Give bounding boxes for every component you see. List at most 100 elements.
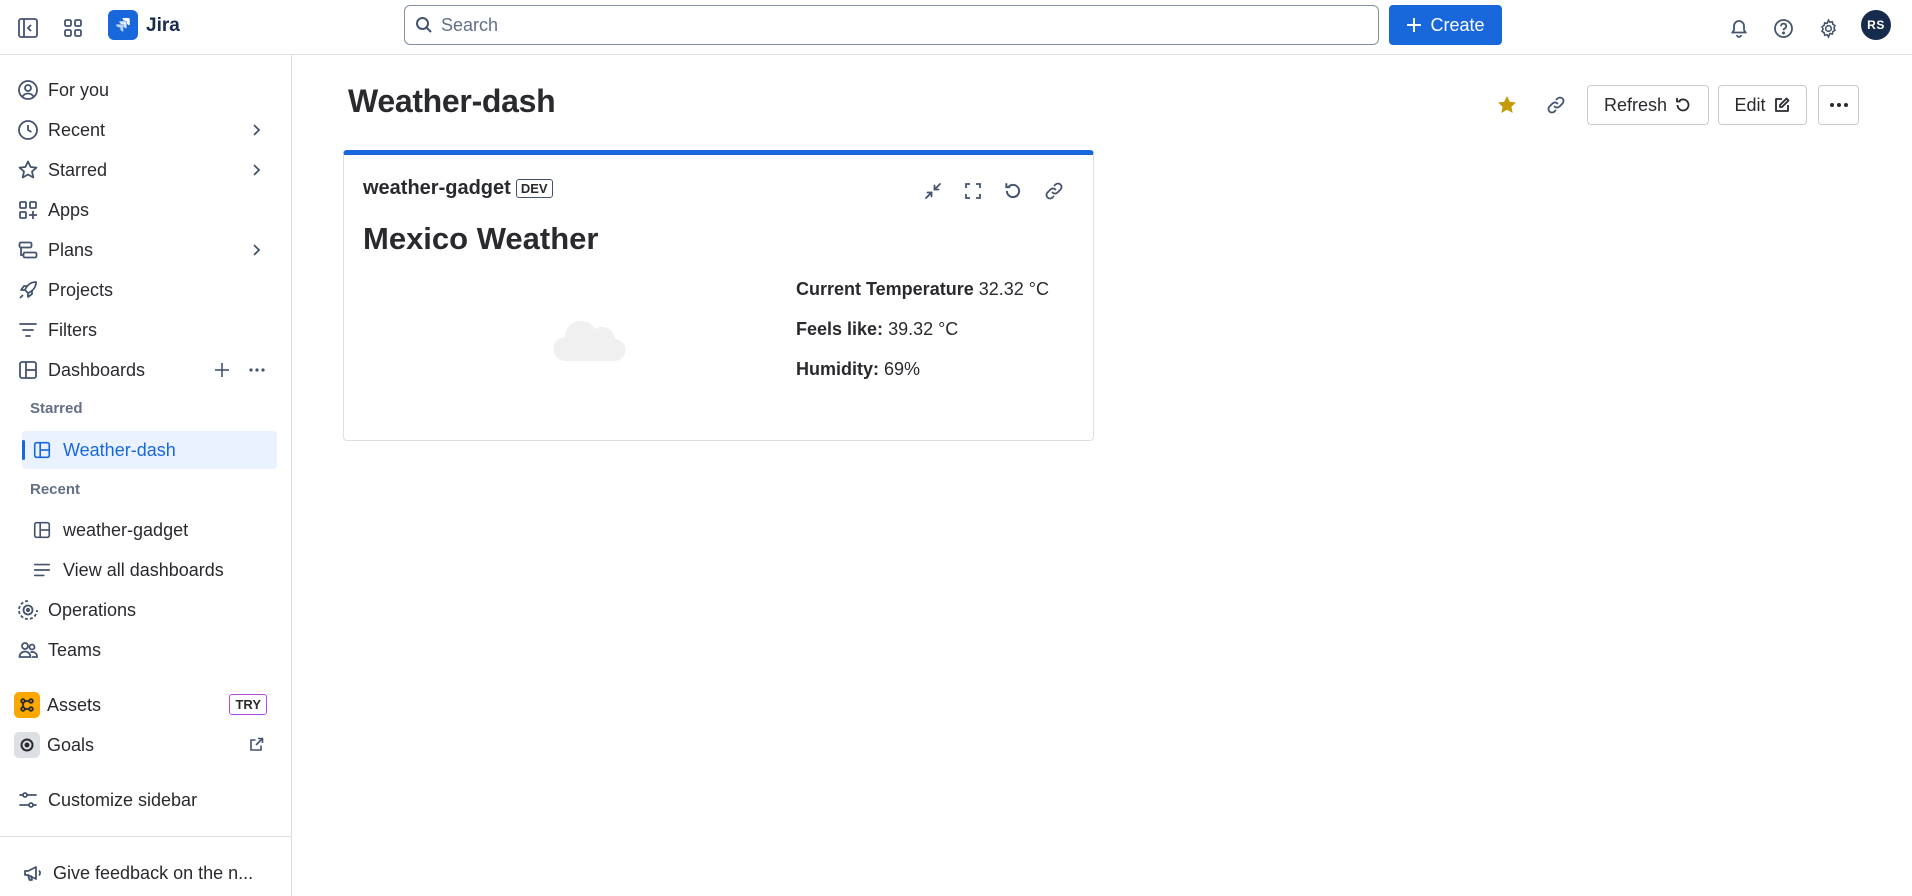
gadget-title: weather-gadget DEV <box>363 177 553 200</box>
refresh-button[interactable]: Refresh <box>1587 85 1709 125</box>
weather-heading: Mexico Weather <box>363 221 599 256</box>
plans-icon <box>15 237 41 263</box>
cloud-icon <box>552 313 628 363</box>
sidebar-item-recent[interactable]: Recent <box>10 112 277 148</box>
dashboard-icon <box>15 357 41 383</box>
starred-section-label: Starred <box>30 400 83 417</box>
sidebar-item-plans[interactable]: Plans <box>10 232 277 268</box>
temp-value: 32.32 °C <box>978 279 1049 299</box>
settings-gear-icon[interactable] <box>1813 13 1843 43</box>
gadget-link-icon[interactable] <box>1040 177 1068 205</box>
temp-label: Current Temperature <box>796 279 974 299</box>
try-badge: TRY <box>229 694 267 715</box>
sidebar-dashboard-weather-gadget[interactable]: weather-gadget <box>22 511 277 549</box>
refresh-icon <box>1674 96 1692 114</box>
dashboard-icon <box>30 438 54 462</box>
sidebar-item-assets[interactable]: Assets TRY <box>10 687 277 723</box>
user-circle-icon <box>15 77 41 103</box>
apps-icon <box>15 197 41 223</box>
sidebar-item-filters[interactable]: Filters <box>10 312 277 348</box>
more-actions-button[interactable] <box>1818 85 1859 125</box>
sidebar-item-goals[interactable]: Goals <box>10 727 277 763</box>
sidebar-item-label: Give feedback on the n... <box>53 862 254 883</box>
top-navigation: Jira Create RS <box>0 0 1912 55</box>
operations-icon <box>15 597 41 623</box>
sidebar-item-apps[interactable]: Apps <box>10 192 277 228</box>
sidebar-toggle-icon[interactable] <box>13 13 43 43</box>
sidebar-item-label: Recent <box>48 119 106 140</box>
edit-pencil-icon <box>1773 96 1791 114</box>
sidebar-item-label: Filters <box>48 319 97 340</box>
recent-section-label: Recent <box>30 481 81 498</box>
create-button[interactable]: Create <box>1389 5 1502 45</box>
chevron-right-icon[interactable] <box>247 241 265 259</box>
sidebar-item-projects[interactable]: Projects <box>10 272 277 308</box>
humidity-row: Humidity: 69% <box>796 359 920 380</box>
current-temperature-row: Current Temperature 32.32 °C <box>796 279 1049 300</box>
view-all-dashboards-link[interactable]: View all dashboards <box>22 551 277 589</box>
sidebar-item-label: Operations <box>48 599 137 620</box>
sidebar-item-label: Teams <box>48 639 102 660</box>
sidebar: For you Recent Starred Apps Plans Projec… <box>0 55 292 896</box>
sidebar-item-label: Dashboards <box>48 359 146 380</box>
page-title: Weather-dash <box>348 83 556 119</box>
humidity-label: Humidity: <box>796 359 879 379</box>
humidity-value: 69% <box>884 359 921 379</box>
help-icon[interactable] <box>1768 13 1798 43</box>
sidebar-item-label: Apps <box>48 199 90 220</box>
people-icon <box>15 637 41 663</box>
add-dashboard-plus-icon[interactable] <box>213 361 231 379</box>
sidebar-item-starred[interactable]: Starred <box>10 152 277 188</box>
filter-icon <box>15 317 41 343</box>
app-name[interactable]: Jira <box>146 15 180 37</box>
sidebar-item-label: Customize sidebar <box>48 789 198 810</box>
assets-icon <box>14 692 40 718</box>
list-icon <box>30 558 54 582</box>
star-icon <box>15 157 41 183</box>
sidebar-item-label: Projects <box>48 279 114 300</box>
search-box[interactable] <box>404 5 1379 45</box>
star-filled-icon[interactable] <box>1492 90 1522 120</box>
sidebar-item-label: For you <box>48 79 110 100</box>
chevron-right-icon[interactable] <box>247 161 265 179</box>
sidebar-dashboard-weather-dash[interactable]: Weather-dash <box>22 431 277 469</box>
notifications-bell-icon[interactable] <box>1724 13 1754 43</box>
minimize-icon[interactable] <box>919 177 947 205</box>
dashboard-link-label: weather-gadget <box>63 519 189 540</box>
external-link-icon <box>248 736 265 753</box>
customize-icon <box>15 787 41 813</box>
chevron-right-icon[interactable] <box>247 121 265 139</box>
jira-logo-icon[interactable] <box>108 10 138 40</box>
search-input[interactable] <box>441 14 1341 36</box>
more-options-icon[interactable] <box>247 361 267 379</box>
sidebar-item-label: Assets <box>47 694 102 715</box>
rocket-icon <box>15 277 41 303</box>
refresh-gadget-icon[interactable] <box>999 177 1027 205</box>
give-feedback-button[interactable]: Give feedback on the n... <box>15 855 282 891</box>
copy-link-icon[interactable] <box>1541 90 1571 120</box>
app-switcher-icon[interactable] <box>58 13 88 43</box>
sidebar-item-teams[interactable]: Teams <box>10 632 277 668</box>
sidebar-item-label: Plans <box>48 239 94 260</box>
search-icon <box>415 16 433 34</box>
sidebar-item-dashboards[interactable]: Dashboards <box>10 352 277 388</box>
customize-sidebar-button[interactable]: Customize sidebar <box>10 782 277 818</box>
edit-label: Edit <box>1734 94 1766 115</box>
more-options-icon <box>1828 96 1850 114</box>
feels-label: Feels like: <box>796 319 884 339</box>
gadget-name: weather-gadget <box>363 177 511 199</box>
clock-icon <box>15 117 41 143</box>
plus-icon <box>1406 17 1422 33</box>
megaphone-icon <box>20 860 46 886</box>
refresh-label: Refresh <box>1603 94 1668 115</box>
dashboard-icon <box>30 518 54 542</box>
edit-button[interactable]: Edit <box>1718 85 1807 125</box>
sidebar-item-operations[interactable]: Operations <box>10 592 277 628</box>
fullscreen-icon[interactable] <box>959 177 987 205</box>
sidebar-item-label: Starred <box>48 159 108 180</box>
dev-badge: DEV <box>515 179 553 198</box>
user-avatar[interactable]: RS <box>1861 10 1891 40</box>
create-label: Create <box>1430 14 1485 35</box>
goals-icon <box>14 732 40 758</box>
sidebar-item-for-you[interactable]: For you <box>10 72 277 108</box>
